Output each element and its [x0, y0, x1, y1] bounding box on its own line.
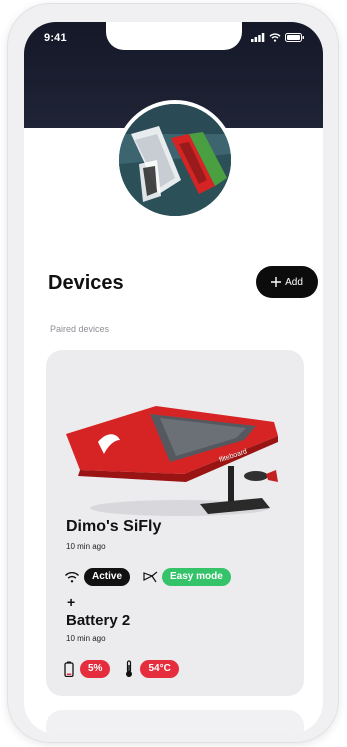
cellular-signal-icon — [251, 33, 265, 42]
thermometer-icon — [126, 660, 133, 677]
device-last-seen: 10 min ago — [66, 542, 106, 551]
status-time: 9:41 — [44, 32, 67, 44]
propeller-icon — [143, 571, 158, 583]
connection-status-badge: Active — [84, 568, 131, 586]
battery-name: Battery 2 — [66, 612, 131, 629]
app-screen: 9:41 Devices Add Paired devices fliteboa… — [24, 22, 323, 734]
page-title: Devices — [48, 272, 124, 294]
device-photo-avatar — [115, 100, 235, 220]
battery-charge-badge: 5% — [80, 660, 111, 678]
battery-status-icon — [285, 33, 304, 42]
wifi-status-icon — [269, 33, 281, 42]
paired-devices-label: Paired devices — [50, 324, 110, 334]
battery-last-seen: 10 min ago — [66, 634, 106, 643]
battery-temperature-badge: 54°C — [140, 660, 179, 678]
add-device-button[interactable]: Add — [256, 266, 318, 298]
phone-notch — [106, 22, 242, 50]
phone-frame: 9:41 Devices Add Paired devices fliteboa… — [8, 4, 338, 742]
wifi-icon — [64, 572, 80, 583]
mode-badge[interactable]: Easy mode — [162, 568, 231, 586]
next-device-card[interactable] — [46, 710, 304, 734]
efoil-board-image: fliteboard — [66, 406, 278, 516]
add-button-label: Add — [285, 276, 303, 288]
status-icons — [251, 33, 305, 42]
device-name: Dimo's SiFly — [66, 518, 162, 535]
boards-photo — [119, 104, 231, 216]
battery-icon — [64, 661, 74, 677]
device-card[interactable]: fliteboard Dimo's SiFly 10 min ago Activ… — [46, 350, 304, 696]
device-status-row: Active Easy mode — [64, 568, 231, 586]
plus-icon — [271, 277, 282, 287]
plus-separator: + — [67, 594, 76, 610]
battery-status-row: 5% 54°C — [64, 660, 179, 678]
